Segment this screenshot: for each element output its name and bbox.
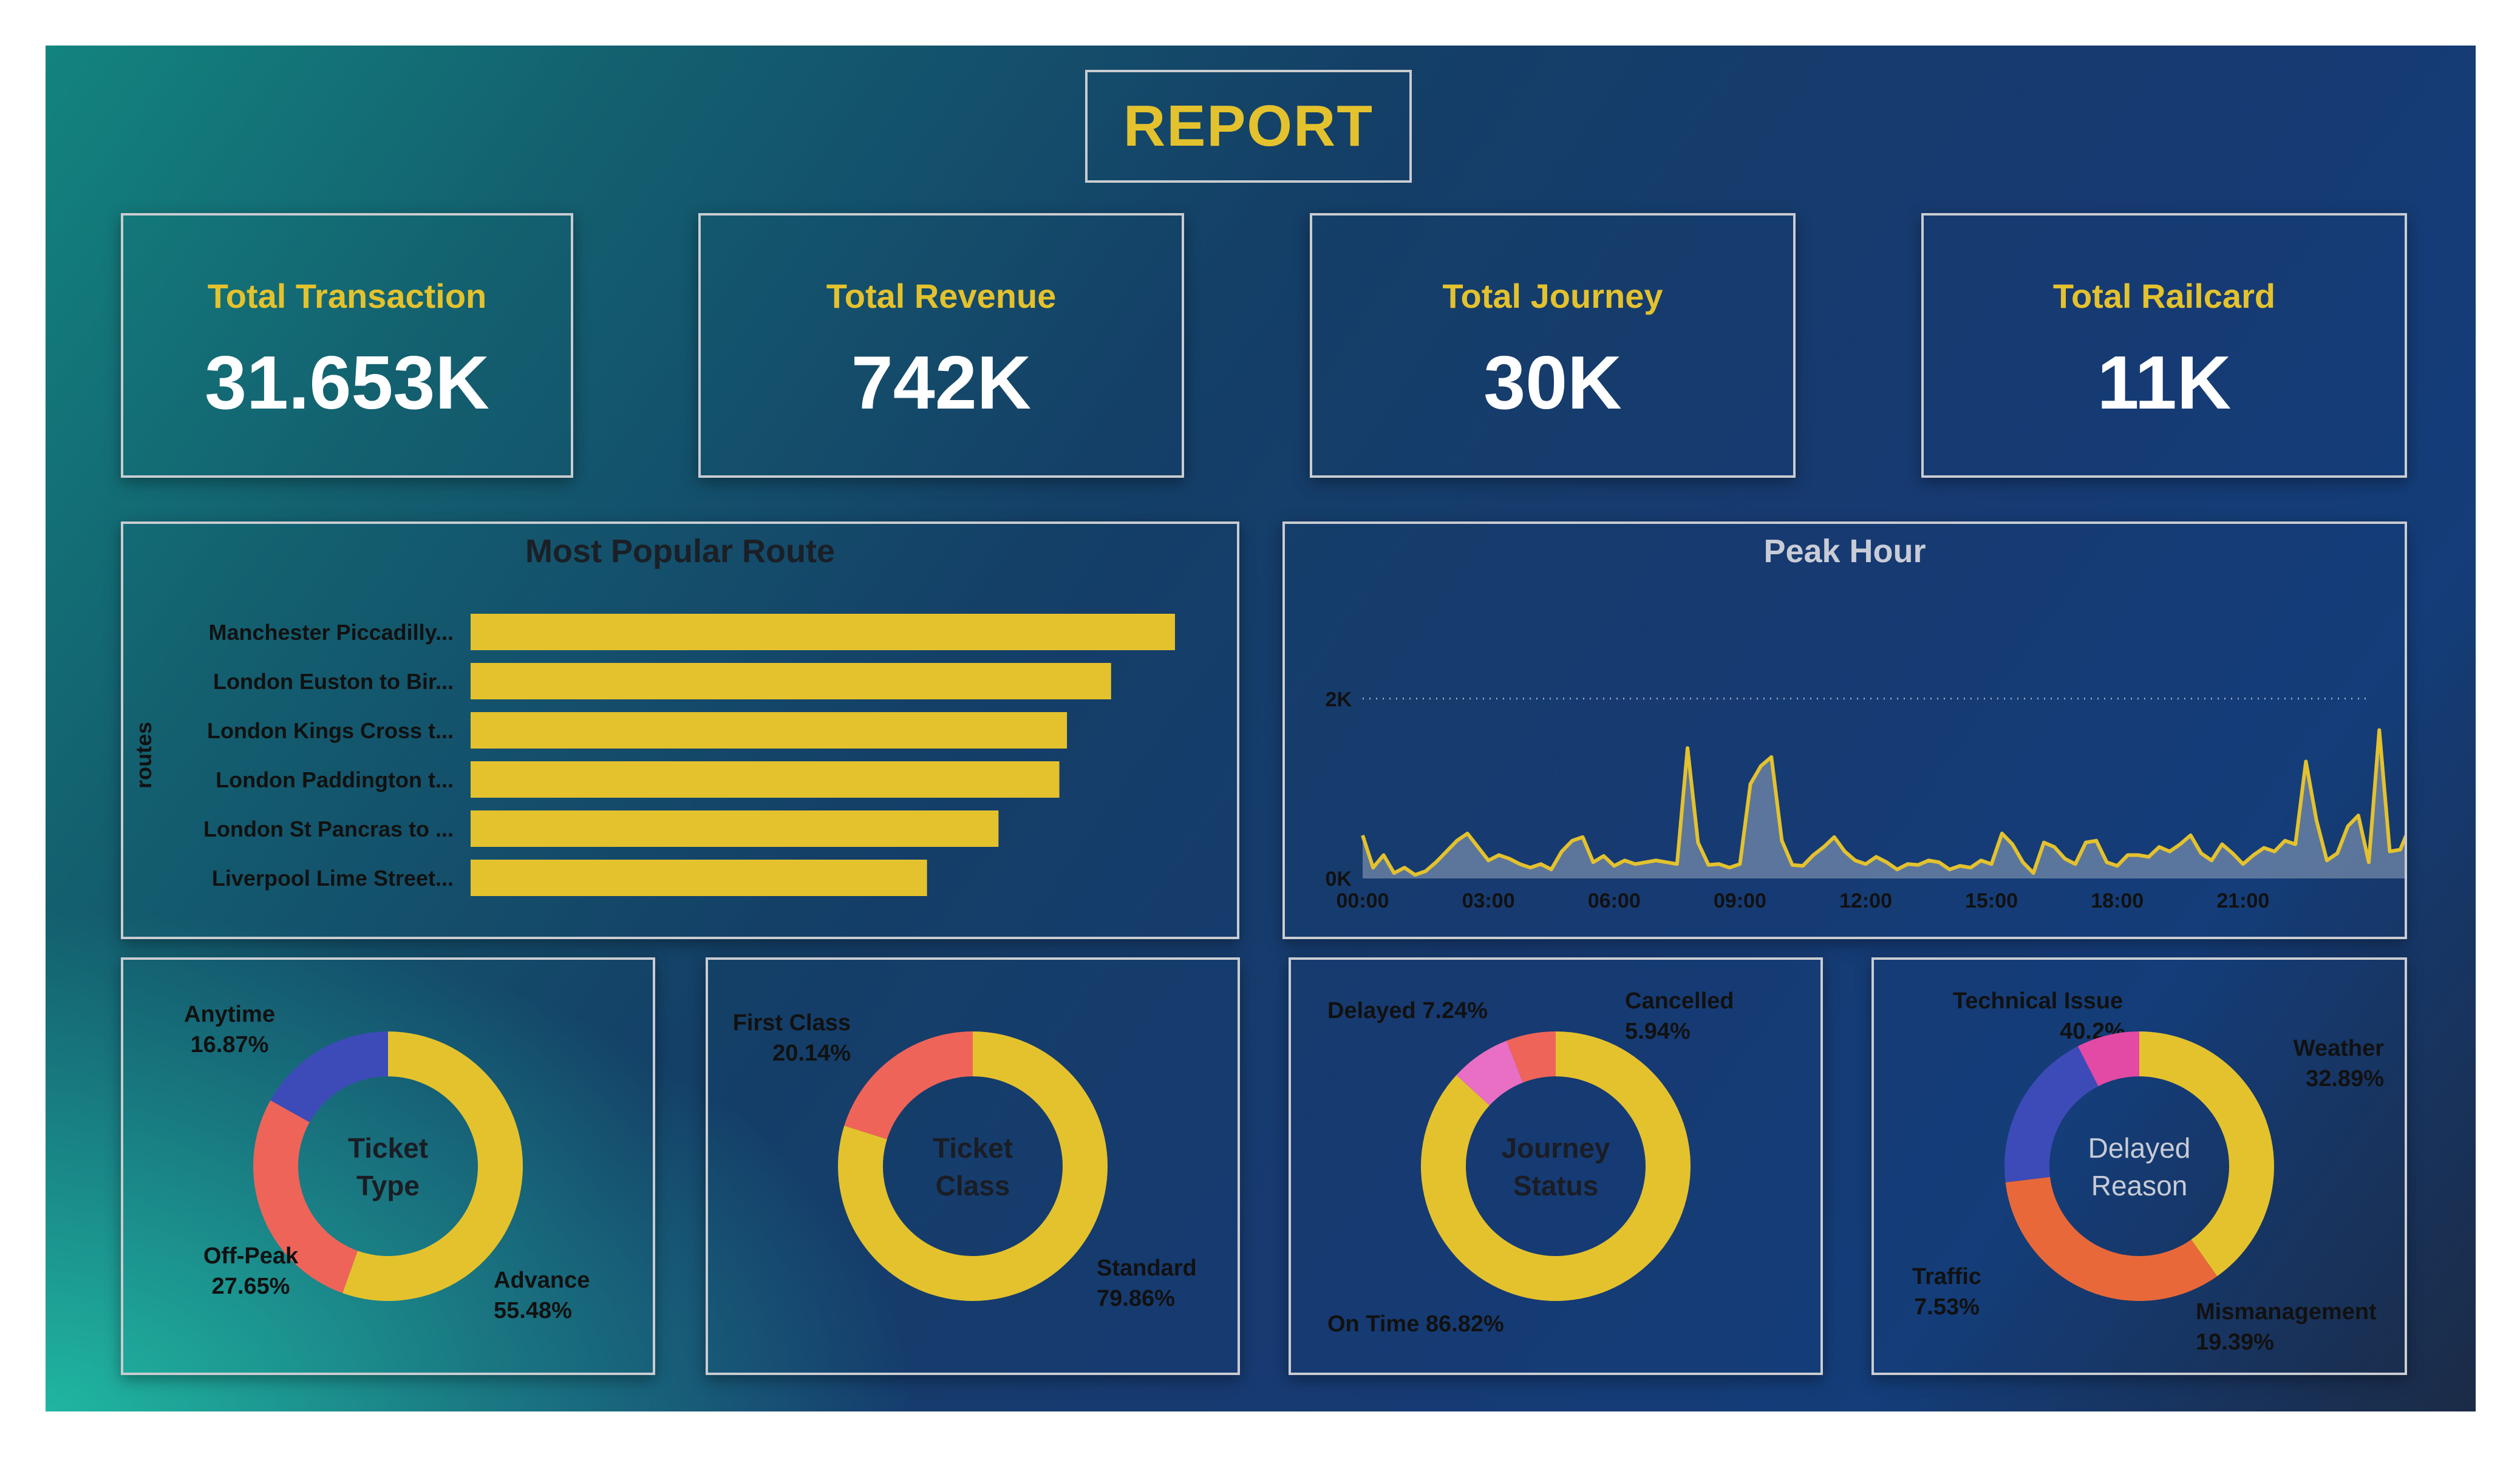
route-label: London Euston to Bir...: [213, 669, 454, 694]
donut-slice-first-class: [844, 1031, 973, 1139]
route-label: London Paddington t...: [216, 767, 454, 792]
donut-center-label: Status: [1513, 1170, 1599, 1201]
kpi-card-total-revenue[interactable]: Total Revenue 742K: [698, 213, 1184, 478]
peak-hour-area: [1363, 730, 2405, 878]
kpi-value: 742K: [851, 341, 1032, 425]
slice-label: On Time 86.82%: [1327, 1311, 1504, 1337]
slice-name: Standard: [1097, 1255, 1197, 1281]
ticket-class-donut-chart: Standard 79.86% First Class 20.14% Ticket Cla…: [733, 1010, 1197, 1311]
route-bar: [471, 663, 1111, 699]
x-tick-label: 12:00: [1839, 889, 1892, 912]
x-tick-label: 03:00: [1462, 889, 1515, 912]
slice-name: Anytime: [184, 1002, 275, 1027]
slice-name: Technical Issue: [1953, 988, 2123, 1014]
slice-percent: 86.82%: [1426, 1311, 1504, 1337]
x-tick-label: 18:00: [2091, 889, 2144, 912]
slice-name: Traffic: [1912, 1264, 1981, 1289]
slice-name: Mismanagement: [2196, 1299, 2377, 1325]
journey-status-donut-chart: On Time 86.82% Delayed 7.24% Cancelled 5.94…: [1327, 988, 1734, 1337]
delayed-reason-panel[interactable]: Technical Issue 40.2% Weather 32.89% Mismana…: [1871, 957, 2407, 1375]
slice-percent: 20.14%: [772, 1041, 851, 1066]
donut-slice-anytime: [270, 1031, 388, 1122]
kpi-label: Total Railcard: [2052, 277, 2276, 315]
slice-percent: 55.48%: [494, 1298, 572, 1323]
slice-name: Weather: [2294, 1036, 2384, 1061]
donut-center-label: Ticket: [348, 1132, 428, 1164]
donut-center-label: Ticket: [933, 1132, 1013, 1164]
peak-hour-chart: 2K 0K00:00 03:00 06:00 09:00 12:00 15:00 18:00 2…: [1326, 688, 2405, 912]
donut-center-label: Type: [356, 1170, 420, 1201]
donut-center-label: Journey: [1502, 1132, 1610, 1164]
route-bar: [471, 860, 927, 896]
kpi-value: 30K: [1483, 341, 1622, 425]
ticket-type-panel[interactable]: Advance 55.48% Off-Peak 27.65% Anytime 16.87%…: [121, 957, 655, 1375]
slice-percent: 32.89%: [2306, 1066, 2384, 1092]
route-bar: [471, 761, 1060, 798]
slice-percent: 7.53%: [1914, 1294, 1980, 1320]
popular-route-panel[interactable]: Most Popular Route routes Manchester Picc…: [121, 521, 1239, 939]
peak-hour-line: [1361, 728, 2405, 877]
donut-slice-mismanagement: [2004, 1046, 2099, 1183]
route-bar: [471, 810, 999, 847]
peak-hour-panel[interactable]: Peak Hour 2K 0K 00:00 03:00 06:00 09:00 12:00 1…: [1282, 521, 2407, 939]
slice-name: Cancelled: [1625, 988, 1734, 1014]
route-label: Liverpool Lime Street...: [212, 866, 454, 891]
slice-percent: 79.86%: [1097, 1286, 1175, 1311]
route-bar: [471, 614, 1175, 650]
slice-spacer: [1419, 1311, 1426, 1337]
journey-status-panel[interactable]: On Time 86.82% Delayed 7.24% Cancelled 5.94…: [1289, 957, 1823, 1375]
report-title: REPORT: [1123, 93, 1374, 158]
x-tick-label: 06:00: [1588, 889, 1641, 912]
x-tick-label: 15:00: [1965, 889, 2018, 912]
ticket-class-panel[interactable]: Standard 79.86% First Class 20.14% Ticket Cla…: [706, 957, 1240, 1375]
kpi-label: Total Revenue: [826, 277, 1057, 315]
y-axis-label: routes: [131, 722, 156, 789]
slice-percent: 5.94%: [1625, 1019, 1691, 1044]
y-tick-label: 2K: [1326, 688, 1352, 712]
slice-percent: 16.87%: [191, 1032, 269, 1058]
x-tick-label: 09:00: [1714, 889, 1766, 912]
x-tick-label: 21:00: [2216, 889, 2269, 912]
route-label: London Kings Cross t...: [207, 718, 454, 743]
donut-center-label: Class: [936, 1170, 1010, 1201]
y-tick-label: 0K: [1326, 868, 1352, 891]
x-tick-label: 00:00: [1337, 889, 1389, 912]
slice-label: Delayed 7.24%: [1327, 998, 1488, 1024]
route-label: Manchester Piccadilly...: [208, 620, 454, 645]
route-label: London St Pancras to ...: [203, 817, 454, 841]
kpi-value: 11K: [2097, 341, 2232, 425]
delayed-reason-donut-chart: Technical Issue40.2%Weather32.89%Mismana…: [1912, 988, 2384, 1355]
donut-center-label: Delayed: [2088, 1132, 2191, 1164]
kpi-card-total-railcard[interactable]: Total Railcard 11K: [1921, 213, 2407, 478]
slice-name: Off-Peak: [203, 1243, 299, 1269]
slice-percent: 19.39%: [2196, 1330, 2274, 1355]
slice-name: Advance: [494, 1268, 590, 1293]
kpi-label: Total Transaction: [207, 277, 487, 315]
slice-percent: 7.24%: [1422, 998, 1488, 1024]
donut-center-label: Reason: [2091, 1170, 2188, 1201]
kpi-card-total-transaction[interactable]: Total Transaction 31.653K: [121, 213, 573, 478]
slice-name: First Class: [733, 1010, 851, 1036]
slice-name: On Time: [1327, 1311, 1419, 1337]
kpi-card-total-journey[interactable]: Total Journey 30K: [1310, 213, 1796, 478]
slice-name: Delayed: [1327, 998, 1416, 1024]
report-dashboard: REPORT Total Transaction 31.653K Total R…: [46, 46, 2476, 1411]
ticket-type-donut-chart: Advance 55.48% Off-Peak 27.65% Anytime 16.87%…: [184, 1002, 590, 1323]
slice-spacer: [1416, 998, 1423, 1024]
slice-percent: 27.65%: [212, 1274, 290, 1299]
kpi-value: 31.653K: [205, 341, 489, 425]
kpi-label: Total Journey: [1442, 277, 1663, 315]
route-bar: [471, 712, 1068, 749]
popular-route-chart: routes Manchester Piccadilly... London Eus…: [131, 614, 1175, 896]
report-title-box: REPORT: [1085, 70, 1412, 183]
